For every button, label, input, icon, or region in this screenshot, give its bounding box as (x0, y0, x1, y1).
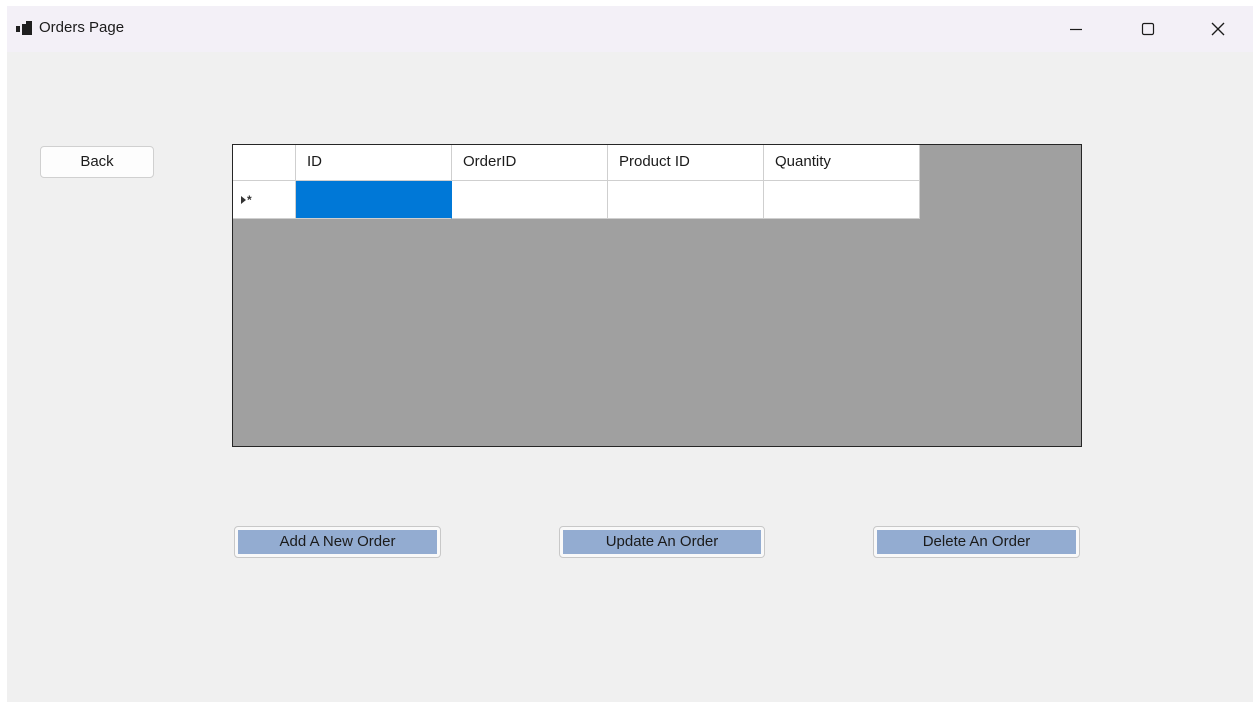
grid-cell-id[interactable] (296, 181, 452, 219)
minimize-icon (1070, 28, 1082, 31)
current-row-arrow-icon (241, 195, 246, 204)
maximize-button[interactable] (1125, 6, 1171, 52)
orders-data-grid[interactable]: ID OrderID Product ID Quantity * (232, 144, 1082, 447)
column-header-id[interactable]: ID (296, 145, 452, 181)
grid-cell-orderid[interactable] (452, 181, 608, 219)
title-bar[interactable]: Orders Page (7, 6, 1253, 52)
column-header-product-id[interactable]: Product ID (608, 145, 764, 181)
row-header-cell[interactable]: * (233, 181, 296, 219)
minimize-button[interactable] (1053, 6, 1099, 52)
add-order-label: Add A New Order (238, 530, 437, 554)
app-window-icon (16, 21, 32, 35)
column-header-orderid[interactable]: OrderID (452, 145, 608, 181)
grid-cell-quantity[interactable] (764, 181, 920, 219)
update-order-label: Update An Order (563, 530, 761, 554)
add-order-button[interactable]: Add A New Order (234, 526, 441, 558)
delete-order-button[interactable]: Delete An Order (873, 526, 1080, 558)
back-button[interactable]: Back (40, 146, 154, 178)
table-row-new[interactable]: * (233, 181, 920, 219)
column-header-quantity[interactable]: Quantity (764, 145, 920, 181)
close-icon (1211, 22, 1225, 36)
grid-corner-cell[interactable] (233, 145, 296, 181)
delete-order-label: Delete An Order (877, 530, 1076, 554)
maximize-icon (1141, 22, 1155, 36)
grid-header-row: ID OrderID Product ID Quantity (233, 145, 920, 181)
close-button[interactable] (1195, 6, 1241, 52)
grid-cell-product-id[interactable] (608, 181, 764, 219)
orders-window: Orders Page Back ID OrderID Product ID Q… (7, 6, 1253, 702)
window-title: Orders Page (39, 19, 125, 36)
update-order-button[interactable]: Update An Order (559, 526, 765, 558)
new-row-indicator: * (247, 192, 252, 207)
